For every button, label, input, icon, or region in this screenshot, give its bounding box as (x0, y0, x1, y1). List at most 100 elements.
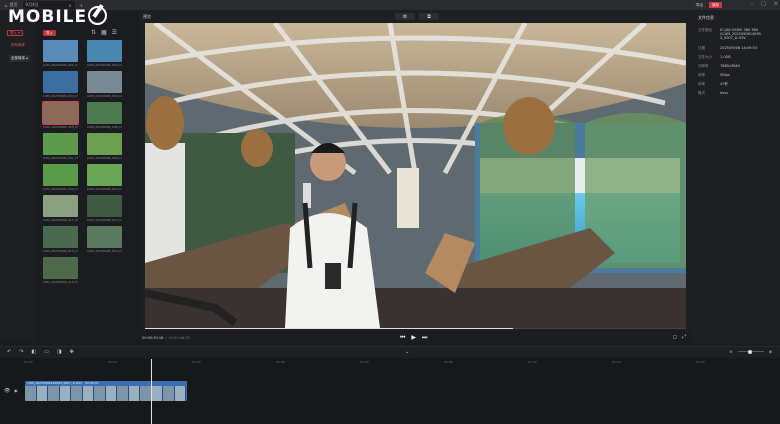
playback-bar: 00:00:30:18/00:00:48:03 ⏮ ▶ ⏭ ◻ ⤢ (140, 328, 692, 344)
info-row: 日期 2025/09/06 14:09:54 (698, 46, 762, 51)
play-icon[interactable]: ▶ (411, 334, 416, 342)
info-row: 分辨率 7680x3840 (698, 64, 762, 69)
time-current: 00:00:30:18 (142, 336, 164, 340)
info-row: 文件大小 1.0GB (698, 55, 762, 60)
thumbnail-caption: CAM_20250906_004_D1994 (87, 94, 122, 98)
next-icon[interactable]: ⏭ (422, 334, 427, 342)
ruler-tick: 00:20 (192, 360, 201, 364)
info-row: 格式 hevc (698, 91, 762, 96)
save-button[interactable]: 保存 (709, 2, 722, 8)
media-thumbnail[interactable]: CAM_20250906_012_D1994 (87, 195, 122, 223)
titlebar: ⌂ 首页 9月4日 × + – □ × (0, 0, 780, 10)
media-thumbnail[interactable]: CAM_20250906_009_D1994 (43, 164, 78, 192)
clip-frame (36, 386, 48, 401)
info-row: 码率 47秒 (698, 82, 762, 87)
trim-icon[interactable]: ◨ (57, 349, 62, 355)
lock-icon[interactable]: ◉ (14, 388, 18, 393)
info-title: 文件信息 (698, 15, 714, 20)
media-thumbnail[interactable]: CAM_20250906_014_D1994 (87, 226, 122, 254)
logo: MOBILE (8, 6, 108, 27)
preview-top-buttons: ⚙ ⧉ (395, 13, 439, 20)
progress-fill (145, 328, 513, 329)
split-icon[interactable]: ◧ (31, 349, 36, 355)
thumbnail-caption: CAM_20250906_002_D1994 (87, 63, 122, 67)
media-thumbnail[interactable]: CAM_20250906_004_D1994 (87, 71, 122, 99)
prev-icon[interactable]: ⏮ (400, 334, 405, 342)
media-thumbnail[interactable]: CAM_20250906_008_D1994 (87, 133, 122, 161)
export-button[interactable]: 导出 (693, 2, 706, 8)
info-value: 7680x3840 (720, 64, 740, 68)
media-thumbnail[interactable]: CAM_20250906_001_D1994 (43, 40, 78, 68)
info-row: 帧率 50fps (698, 73, 762, 78)
crop-button[interactable]: ⧉ (419, 13, 439, 20)
collapse-icon[interactable]: ⌄ (405, 349, 409, 355)
minimize-icon[interactable]: – (751, 1, 754, 7)
settings-button[interactable]: ⚙ (395, 13, 415, 20)
settings-icon: ⚙ (402, 13, 408, 20)
zoom-slider[interactable] (737, 349, 764, 354)
marker-icon[interactable]: ✥ (70, 349, 74, 355)
zoom-in-icon[interactable]: ⊕ (769, 349, 772, 354)
timeline-clip[interactable]: CAM_20250906140954_0007_D.OSV · 00:00:37 (25, 381, 187, 401)
delete-icon[interactable]: ▭ (44, 349, 49, 355)
filter-icon[interactable]: ⇅ (91, 29, 96, 36)
thumbnail-caption: CAM_20250906_005_D1994 (43, 125, 78, 129)
ruler-tick: 00:30 (276, 360, 285, 364)
clip-frame (71, 386, 83, 401)
redo-icon[interactable]: ↷ (19, 349, 23, 355)
maximize-icon[interactable]: □ (761, 1, 766, 7)
info-key: 码率 (698, 82, 705, 86)
thumbnail-image (43, 40, 78, 62)
zoom-out-icon[interactable]: ⊖ (729, 349, 732, 354)
thumbnail-caption: CAM_20250906_012_D1994 (87, 218, 122, 222)
info-value: 1.0GB (720, 55, 731, 59)
info-key: 文件大小 (698, 55, 712, 59)
all-media-link[interactable]: 所有媒体 (11, 43, 25, 48)
thumbnail-image (43, 164, 78, 186)
clip-frame (25, 386, 37, 401)
media-thumbnail[interactable]: CAM_20250906_011_D1994 (43, 195, 78, 223)
media-thumbnail[interactable]: CAM_20250906_006_D1994 (87, 102, 122, 130)
progress-track[interactable] (145, 328, 686, 329)
video-preview[interactable] (145, 23, 686, 328)
thumbnail-image (43, 71, 78, 93)
media-thumbnail[interactable]: CAM_20250906_010_D1994 (87, 164, 122, 192)
window-controls: – □ × (751, 1, 778, 7)
thumbnail-caption: CAM_20250906_014_D1994 (87, 249, 122, 253)
thumbnail-image (42, 101, 79, 125)
close-window-icon[interactable]: × (774, 1, 778, 7)
clip-frame (174, 386, 186, 401)
undo-icon[interactable]: ↶ (7, 349, 11, 355)
thumbnail-caption: CAM_20250906_007_D1994 (43, 156, 78, 160)
info-row: 文件路径 E:\\DJI OSMO 360 360\\CAM_2025090614… (698, 28, 762, 40)
album-dropdown[interactable]: 全部媒体 ▴ (9, 55, 30, 62)
crop-icon: ⧉ (427, 13, 431, 20)
ruler-tick: 00:50 (444, 360, 453, 364)
timeline-ruler[interactable]: 00:00 00:10 00:20 00:30 00:40 00:50 01:00 01:10… (24, 360, 780, 366)
media-thumbnail[interactable]: CAM_20250906_005_D1994 (42, 101, 79, 130)
list-icon[interactable]: ☰ (112, 29, 117, 36)
grid-icon[interactable]: ▦ (101, 29, 107, 36)
media-thumbnail[interactable]: CAM_20250906_002_D1994 (87, 40, 122, 68)
ruler-tick: 00:40 (360, 360, 369, 364)
info-key: 文件路径 (698, 28, 712, 32)
playhead[interactable] (151, 359, 152, 424)
right-panel (692, 10, 780, 344)
info-key: 分辨率 (698, 64, 709, 68)
thumbnail-caption: CAM_20250906_008_D1994 (87, 156, 122, 160)
media-thumbnail[interactable]: CAM_20250906_003_D1994 (43, 71, 78, 99)
fullscreen-icon[interactable]: ⤢ (682, 334, 686, 340)
info-value: hevc (720, 91, 729, 95)
thumbnail-image (87, 71, 122, 93)
camera-icon[interactable]: ◻ (673, 334, 677, 340)
import-dropdown-button[interactable]: 导入 ▾ (7, 30, 23, 36)
clip-frame (117, 386, 129, 401)
info-value: E:\\DJI OSMO 360 360\\CAM_20250906140954… (720, 28, 761, 40)
import-button[interactable]: 导入 (43, 30, 56, 36)
thumbnail-caption: CAM_20250906_011_D1994 (43, 218, 78, 222)
media-thumbnail[interactable]: CAM_20250906_013_D1994 (43, 226, 78, 254)
eye-icon[interactable]: 👁 (4, 388, 10, 394)
media-thumbnail[interactable]: CAM_20250906_015_D1994 (43, 257, 78, 285)
zoom-slider-handle[interactable] (747, 349, 752, 354)
media-thumbnail[interactable]: CAM_20250906_007_D1994 (43, 133, 78, 161)
